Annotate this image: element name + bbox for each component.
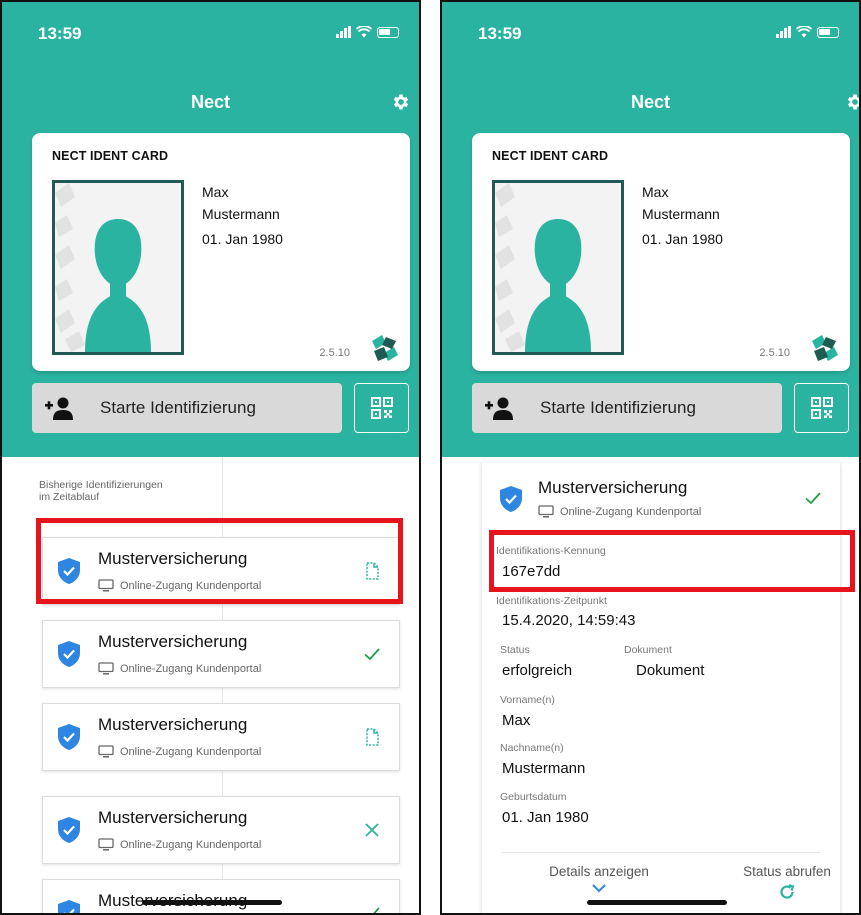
status-bar-icons	[336, 26, 399, 38]
nect-logo-icon	[812, 335, 838, 361]
divider	[502, 852, 820, 853]
card-first-name: Max	[642, 184, 669, 200]
details-show-button[interactable]: Details anzeigen	[534, 864, 664, 893]
entry-name: Musterversicherung	[98, 632, 248, 651]
timeline-entry[interactable]: Musterversicherung	[42, 879, 400, 913]
highlight-box	[36, 518, 403, 604]
shield-check-icon	[58, 817, 80, 843]
monitor-icon	[538, 505, 554, 518]
status-bar-time: 13:59	[478, 24, 522, 43]
monitor-icon	[98, 662, 114, 675]
card-title: NECT IDENT CARD	[492, 149, 609, 163]
card-title: NECT IDENT CARD	[52, 149, 169, 163]
document-value: Dokument	[636, 662, 705, 679]
status-bar-time: 13:59	[38, 24, 82, 43]
qr-code-icon	[370, 397, 393, 419]
shield-check-icon	[500, 486, 522, 512]
entry-portal: Online-Zugang Kundenportal	[98, 745, 261, 758]
timeline-section-label: Bisherige Identifizierungen im Zeitablau…	[39, 479, 163, 503]
checkmark-icon	[805, 492, 821, 505]
gear-icon[interactable]	[391, 92, 411, 112]
timestamp-label: Identifikations-Zeitpunkt	[496, 595, 607, 607]
wifi-icon	[796, 26, 812, 38]
wifi-icon	[356, 26, 372, 38]
status-label: Status	[500, 644, 530, 656]
signal-icon	[336, 26, 351, 38]
start-identification-label: Starte Identifizierung	[100, 398, 256, 417]
qr-code-button[interactable]	[354, 383, 409, 433]
detail-portal: Online-Zugang Kundenportal	[538, 505, 701, 518]
status-value: erfolgreich	[502, 662, 573, 679]
document-pending-icon	[366, 728, 379, 746]
shield-check-icon	[58, 641, 80, 667]
timeline-entry[interactable]: Musterversicherung Online-Zugang Kundenp…	[42, 796, 400, 864]
timeline-entry[interactable]: Musterversicherung Online-Zugang Kundenp…	[42, 703, 400, 771]
detail-name: Musterversicherung	[538, 478, 688, 497]
phone-screen-timeline: 13:59 Nect NECT IDENT CARD Max Musterman…	[0, 0, 421, 915]
monitor-icon	[98, 838, 114, 851]
status-bar-icons	[776, 26, 839, 38]
firstname-value: Max	[502, 712, 531, 729]
app-version: 2.5.10	[759, 347, 790, 359]
highlight-box	[489, 530, 855, 592]
signal-icon	[776, 26, 791, 38]
birthdate-value: 01. Jan 1980	[502, 809, 589, 826]
status-fetch-button[interactable]: Status abrufen	[732, 864, 842, 901]
start-identification-button[interactable]: Starte Identifizierung	[472, 383, 782, 433]
birthdate-label: Geburtsdatum	[500, 791, 567, 803]
ident-card: NECT IDENT CARD Max Mustermann 01. Jan 1…	[32, 133, 410, 371]
start-identification-label: Starte Identifizierung	[540, 398, 696, 417]
firstname-label: Vorname(n)	[500, 694, 555, 706]
timestamp-value: 15.4.2020, 14:59:43	[502, 612, 636, 629]
chevron-down-icon	[592, 884, 606, 893]
add-user-icon	[45, 397, 73, 420]
entry-name: Musterversicherung	[98, 715, 248, 734]
app-title: Nect	[190, 92, 230, 112]
ident-card: NECT IDENT CARD Max Mustermann 01. Jan 1…	[472, 133, 850, 371]
home-indicator	[142, 900, 282, 905]
refresh-icon	[780, 883, 795, 899]
battery-icon	[817, 26, 839, 38]
home-indicator	[587, 900, 727, 905]
id-photo-placeholder	[492, 180, 624, 355]
add-user-icon	[485, 397, 513, 420]
card-last-name: Mustermann	[202, 206, 280, 222]
battery-icon	[377, 26, 399, 38]
card-last-name: Mustermann	[642, 206, 720, 222]
gear-icon[interactable]	[845, 92, 861, 112]
phone-screen-detail: 13:59 Nect NECT IDENT CARD Max Musterman…	[440, 0, 861, 915]
checkmark-icon	[364, 648, 380, 661]
card-birthdate: 01. Jan 1980	[202, 231, 283, 247]
entry-portal: Online-Zugang Kundenportal	[98, 662, 261, 675]
shield-check-icon	[58, 724, 80, 750]
lastname-label: Nachname(n)	[500, 742, 564, 754]
card-first-name: Max	[202, 184, 229, 200]
qr-code-icon	[810, 397, 833, 419]
start-identification-button[interactable]: Starte Identifizierung	[32, 383, 342, 433]
lastname-value: Mustermann	[502, 760, 586, 777]
id-photo-placeholder	[52, 180, 184, 355]
timeline-entry[interactable]: Musterversicherung Online-Zugang Kundenp…	[42, 620, 400, 688]
entry-portal: Online-Zugang Kundenportal	[98, 838, 261, 851]
document-label: Dokument	[624, 644, 672, 656]
entry-name: Musterversicherung	[98, 808, 248, 827]
monitor-icon	[98, 745, 114, 758]
close-icon	[365, 823, 379, 837]
qr-code-button[interactable]	[794, 383, 849, 433]
shield-check-icon	[58, 900, 80, 913]
nect-logo-icon	[372, 335, 398, 361]
app-title: Nect	[630, 92, 670, 112]
checkmark-icon	[365, 907, 380, 913]
card-birthdate: 01. Jan 1980	[642, 231, 723, 247]
app-version: 2.5.10	[319, 347, 350, 359]
